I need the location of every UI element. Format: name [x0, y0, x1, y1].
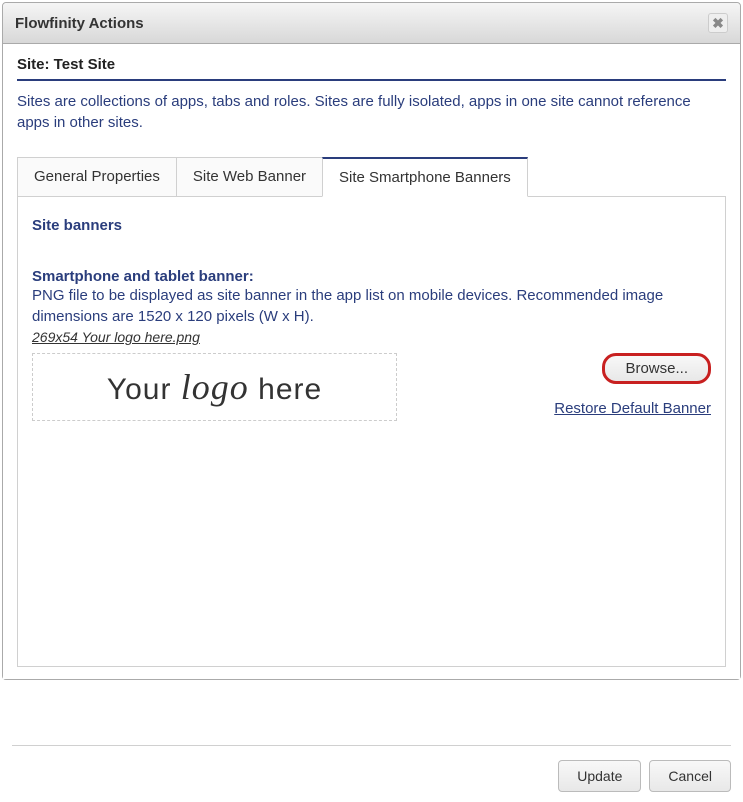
- footer: Update Cancel: [12, 745, 731, 792]
- field-label: Smartphone and tablet banner:: [32, 268, 254, 285]
- tab-general-properties[interactable]: General Properties: [17, 157, 177, 196]
- tab-panel: Site banners Smartphone and tablet banne…: [17, 197, 726, 667]
- update-button[interactable]: Update: [558, 760, 641, 792]
- titlebar: Flowfinity Actions ✖: [3, 3, 740, 44]
- logo-text-logo: logo: [181, 367, 249, 407]
- site-description: Sites are collections of apps, tabs and …: [17, 91, 726, 133]
- close-icon: ✖: [712, 15, 724, 32]
- site-label: Site: Test Site: [17, 56, 726, 81]
- logo-placeholder-text: Your logo here: [107, 366, 322, 408]
- banner-preview: Your logo here: [32, 353, 397, 421]
- browse-button-label: Browse...: [625, 360, 688, 377]
- close-button[interactable]: ✖: [708, 13, 728, 33]
- field-help: PNG file to be displayed as site banner …: [32, 285, 711, 327]
- logo-text-your: Your: [107, 373, 172, 406]
- tab-site-web-banner[interactable]: Site Web Banner: [176, 157, 323, 196]
- banner-actions: Browse... Restore Default Banner: [554, 353, 711, 417]
- cancel-button[interactable]: Cancel: [649, 760, 731, 792]
- field-block: Smartphone and tablet banner: PNG file t…: [32, 268, 711, 345]
- dialog: Flowfinity Actions ✖ Site: Test Site Sit…: [2, 2, 741, 680]
- uploaded-filename[interactable]: 269x54 Your logo here.png: [32, 329, 200, 345]
- dialog-content: Site: Test Site Sites are collections of…: [3, 44, 740, 679]
- section-title: Site banners: [32, 217, 711, 234]
- dialog-title: Flowfinity Actions: [15, 15, 144, 32]
- browse-button[interactable]: Browse...: [602, 353, 711, 384]
- banner-row: Your logo here Browse... Restore Default…: [32, 353, 711, 421]
- restore-default-link[interactable]: Restore Default Banner: [554, 400, 711, 417]
- logo-text-here: here: [258, 373, 322, 406]
- tab-site-smartphone-banners[interactable]: Site Smartphone Banners: [322, 157, 528, 197]
- tab-strip: General Properties Site Web Banner Site …: [17, 157, 726, 197]
